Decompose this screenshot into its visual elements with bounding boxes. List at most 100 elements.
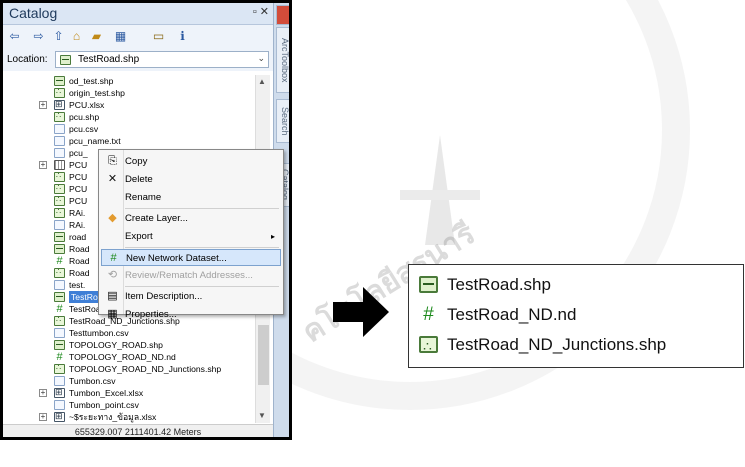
toggle-contents-icon[interactable]: ▭ <box>151 29 166 44</box>
menu-item[interactable]: ⟲ Review/Rematch Addresses... <box>101 267 281 284</box>
create-layer-icon: ◆ <box>108 212 117 224</box>
network-file-icon: # <box>56 351 63 363</box>
menu-separator <box>125 247 279 248</box>
window-controls[interactable]: ▫ ✕ <box>253 5 269 18</box>
tree-item[interactable]: + Tumbon_Excel.xlsx <box>3 386 253 399</box>
expand-icon[interactable]: + <box>39 161 47 169</box>
tree-item-label: TOPOLOGY_ROAD.shp <box>69 340 163 350</box>
arctoolbox-tab-icon[interactable] <box>276 5 289 25</box>
tree-item-label: TOPOLOGY_ROAD_ND_Junctions.shp <box>69 364 222 374</box>
view-menu-icon[interactable]: ▦ <box>113 29 128 44</box>
chevron-down-icon[interactable]: ⌄ <box>257 53 265 64</box>
submenu-arrow-icon: ▸ <box>270 232 275 241</box>
zoomed-file-label: TestRoad.shp <box>447 275 551 294</box>
doc-file-icon <box>54 400 65 410</box>
tree-item-label: PCU.xlsx <box>69 100 105 110</box>
menu-item[interactable]: ⎘ Copy <box>101 153 281 170</box>
menu-item-label: Item Description... <box>125 291 203 302</box>
forward-icon[interactable]: ⇨ <box>31 29 46 44</box>
tree-item-label: Tumbon.csv <box>69 376 116 386</box>
tree-item[interactable]: od_test.shp <box>3 75 253 87</box>
tree-item-label: PCU <box>69 160 88 170</box>
zoomed-file-label: TestRoad_ND_Junctions.shp <box>447 335 667 354</box>
tree-item[interactable]: pcu_name.txt <box>3 135 253 147</box>
tree-item[interactable]: # TOPOLOGY_ROAD_ND.nd <box>3 351 253 363</box>
search-window-icon[interactable]: ℹ <box>175 29 190 44</box>
zoomed-file-label: TestRoad_ND.nd <box>447 305 577 324</box>
menu-item[interactable]: Rename <box>101 189 281 206</box>
tree-item[interactable]: pcu.csv <box>3 123 253 135</box>
menu-item[interactable]: ◆ Create Layer... <box>101 210 281 227</box>
network-file-icon: # <box>423 304 434 325</box>
scrollbar-thumb[interactable] <box>258 325 269 385</box>
back-icon[interactable]: ⇦ <box>7 29 22 44</box>
tree-item-label: pcu_ <box>69 148 88 158</box>
expand-icon[interactable]: + <box>39 389 47 397</box>
tree-item[interactable]: + ~$ระยะทาง_ข้อมูล.xlsx <box>3 410 253 423</box>
coordinate-status: 655329.007 2111401.42 Meters <box>3 424 273 437</box>
expand-icon[interactable]: + <box>39 413 47 421</box>
tree-item-label: Road <box>69 244 90 254</box>
zoomed-file-list: TestRoad.shp # TestRoad_ND.nd TestRoad_ND_J… <box>408 264 744 368</box>
review-rematch-icon: ⟲ <box>107 269 118 281</box>
menu-separator <box>125 286 279 287</box>
tree-item-label: PCU <box>69 172 88 182</box>
expand-icon[interactable]: + <box>39 101 47 109</box>
point-file-icon <box>54 194 65 206</box>
menu-item[interactable]: ▦ Properties... <box>101 306 281 323</box>
menu-item-label: Review/Rematch Addresses... <box>125 270 253 281</box>
line-file-icon <box>54 292 65 302</box>
menu-item-label: Delete <box>125 174 153 185</box>
network-file-icon: # <box>56 255 63 267</box>
menu-item-label: Export <box>125 231 153 242</box>
menu-item[interactable]: # New Network Dataset... <box>101 249 281 266</box>
tree-item[interactable]: origin_test.shp <box>3 86 253 99</box>
doc-file-icon <box>54 136 65 146</box>
home-icon[interactable]: ⌂ <box>69 29 84 44</box>
menu-item[interactable]: Export ▸ <box>101 228 281 245</box>
doc-file-icon <box>54 328 65 338</box>
point-file-icon <box>54 170 65 182</box>
doc-file-icon <box>54 148 65 158</box>
tree-item[interactable]: Tumbon.csv <box>3 375 253 387</box>
doc-file-icon <box>54 220 65 230</box>
point-file-icon <box>54 206 65 218</box>
tree-item-label: pcu.shp <box>69 112 100 122</box>
menu-item-label: Rename <box>125 192 162 203</box>
tree-item-label: road <box>69 232 87 242</box>
tab-search[interactable]: Search <box>276 99 289 143</box>
location-combobox[interactable]: TestRoad.shp ⌄ <box>55 51 269 68</box>
tab-arctoolbox[interactable]: ArcToolbox <box>276 27 289 93</box>
tree-item[interactable]: + PCU.xlsx <box>3 98 253 111</box>
doc-file-icon <box>54 124 65 134</box>
tree-item-label: ~$ระยะทาง_ข้อมูล.xlsx <box>69 412 157 422</box>
point-file-icon <box>54 362 65 374</box>
scroll-down-icon[interactable]: ▼ <box>258 411 266 420</box>
menu-item-label: Create Layer... <box>125 213 188 224</box>
tree-item[interactable]: Tumbon_point.csv <box>3 399 253 411</box>
tree-item[interactable]: TOPOLOGY_ROAD.shp <box>3 339 253 351</box>
tree-item[interactable]: pcu.shp <box>3 110 253 123</box>
tree-item-label: RAi. <box>69 220 86 230</box>
menu-item-label: Copy <box>125 156 148 167</box>
right-arrow-icon <box>333 287 389 337</box>
scroll-up-icon[interactable]: ▲ <box>258 77 266 86</box>
point-file-icon <box>54 86 65 98</box>
tree-item-label: PCU <box>69 196 88 206</box>
menu-item[interactable]: ✕ Delete <box>101 171 281 188</box>
line-file-icon <box>54 244 65 254</box>
menu-item[interactable]: ▤ Item Description... <box>101 288 281 305</box>
tree-item[interactable]: TOPOLOGY_ROAD_ND_Junctions.shp <box>3 362 253 375</box>
connect-folder-icon[interactable]: ▰ <box>89 29 104 44</box>
tree-item-label: TOPOLOGY_ROAD_ND.nd <box>69 352 176 362</box>
delete-icon: ✕ <box>107 173 118 185</box>
tree-item-label: pcu.csv <box>69 124 99 134</box>
location-label: Location: <box>7 54 48 65</box>
tree-item[interactable]: Testtumbon.csv <box>3 327 253 339</box>
line-file-icon <box>54 232 65 242</box>
up-one-level-icon[interactable]: ⇧ <box>51 29 66 44</box>
location-bar: Location: TestRoad.shp ⌄ <box>3 49 273 71</box>
properties-icon: ▦ <box>107 308 118 320</box>
point-file-icon <box>419 334 438 358</box>
doc-file-icon <box>54 376 65 386</box>
